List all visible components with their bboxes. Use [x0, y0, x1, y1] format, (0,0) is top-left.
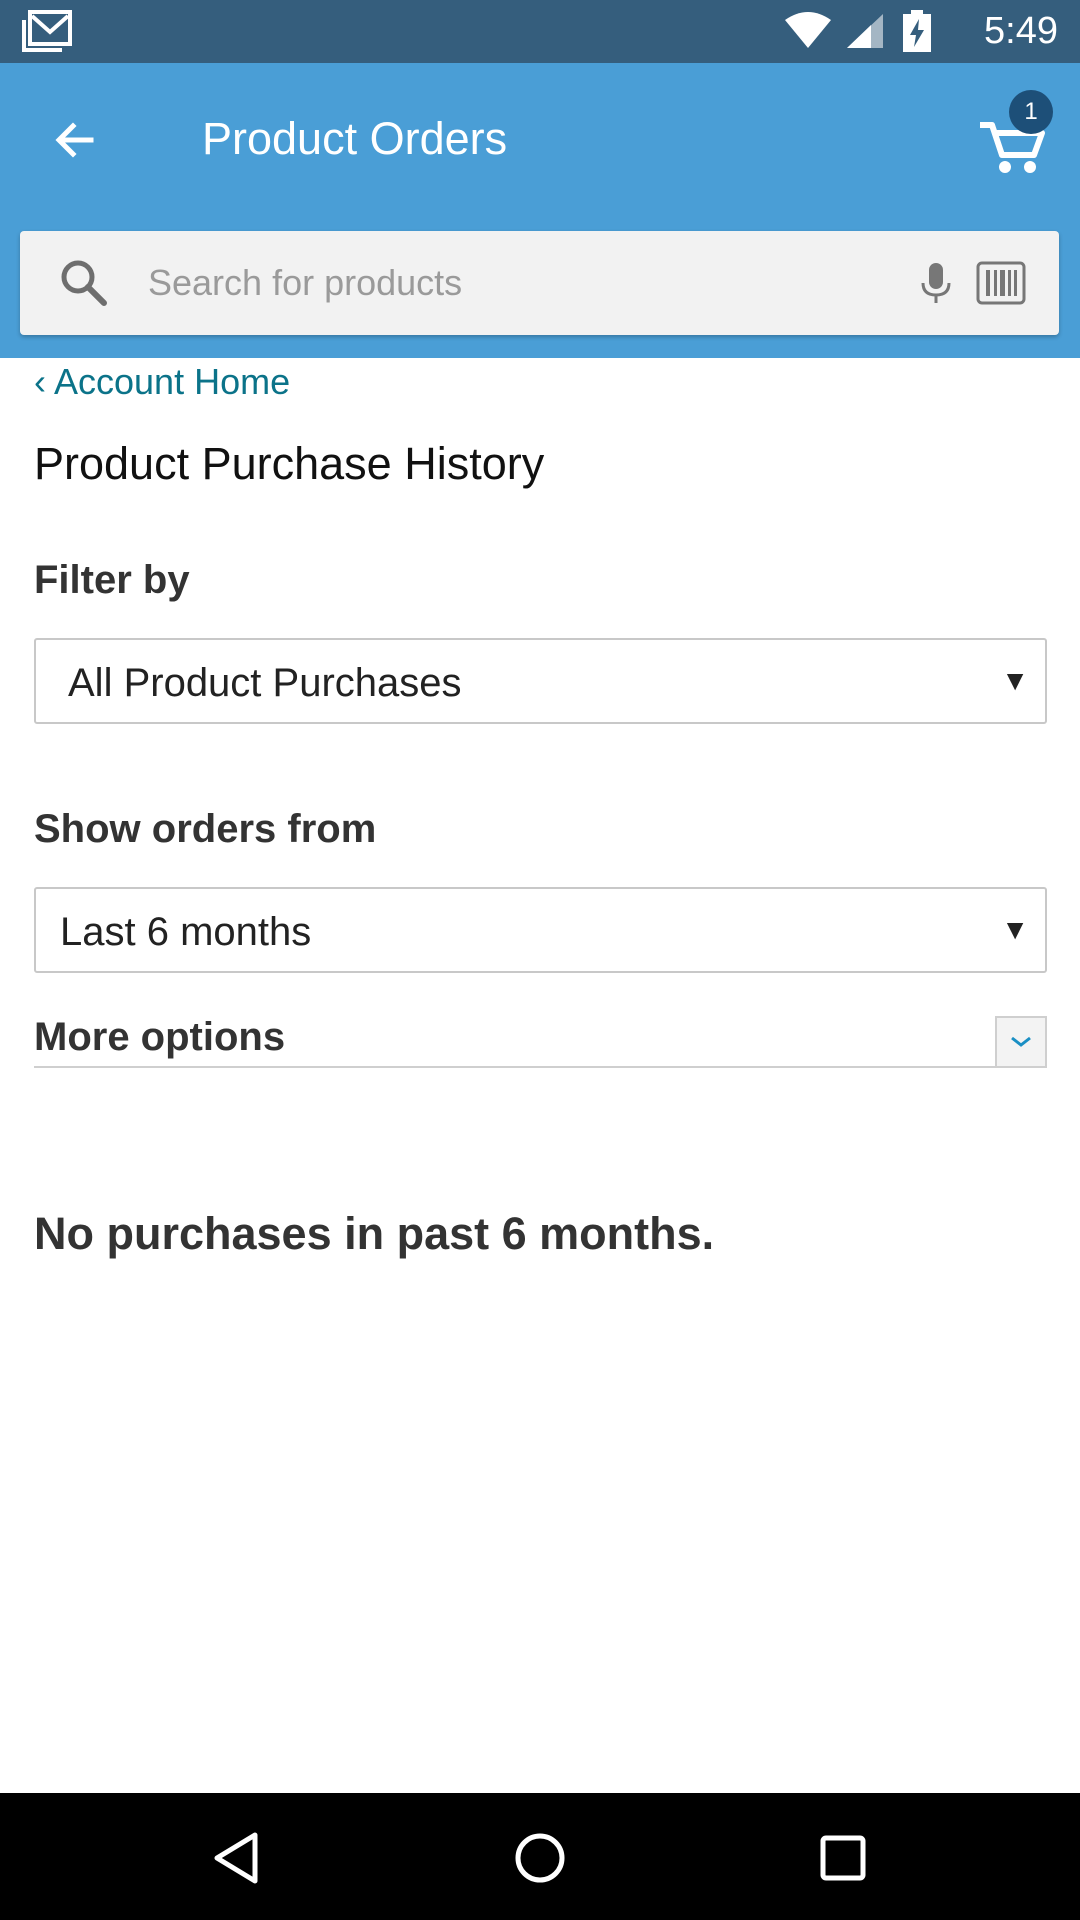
search-icon: [61, 260, 107, 306]
dropdown-arrow-icon: ▼: [1001, 914, 1029, 945]
more-options-label: More options: [34, 1015, 286, 1059]
nav-back-icon[interactable]: [205, 1823, 275, 1893]
mic-icon[interactable]: [910, 257, 962, 309]
app-title: Product Orders: [202, 113, 508, 164]
filter-select-value: All Product Purchases: [68, 661, 462, 705]
more-options-row[interactable]: More options: [34, 1012, 1047, 1068]
system-navigation-bar: [0, 1793, 1080, 1920]
page-title: Product Purchase History: [34, 438, 545, 489]
more-options-expand-button[interactable]: [995, 1016, 1047, 1068]
status-time: 5:49: [984, 10, 1058, 52]
dropdown-arrow-icon: ▼: [1001, 665, 1029, 696]
search-input[interactable]: [146, 253, 886, 313]
cart-count-badge: 1: [1009, 90, 1053, 134]
filter-by-label: Filter by: [34, 558, 190, 602]
empty-state-message: No purchases in past 6 months.: [34, 1208, 715, 1259]
nav-home-icon[interactable]: [505, 1823, 575, 1893]
back-button[interactable]: [40, 105, 110, 175]
filter-select[interactable]: All Product Purchases ▼: [34, 638, 1047, 724]
gmail-notification-icon: [22, 10, 72, 52]
nav-recent-apps-icon[interactable]: [808, 1823, 878, 1893]
wifi-icon: [785, 12, 831, 48]
show-orders-select[interactable]: Last 6 months ▼: [34, 887, 1047, 973]
status-bar: 5:49: [0, 0, 1080, 63]
search-bar: [20, 231, 1059, 335]
arrow-left-icon: [55, 122, 94, 158]
barcode-icon[interactable]: [975, 257, 1027, 309]
chevron-down-icon: [1011, 1036, 1031, 1047]
show-orders-select-value: Last 6 months: [60, 910, 312, 954]
breadcrumb-account-home-link[interactable]: ‹ Account Home: [34, 360, 290, 404]
battery-charging-icon: [903, 10, 931, 52]
signal-icon: [847, 14, 883, 48]
show-orders-from-label: Show orders from: [34, 807, 377, 851]
